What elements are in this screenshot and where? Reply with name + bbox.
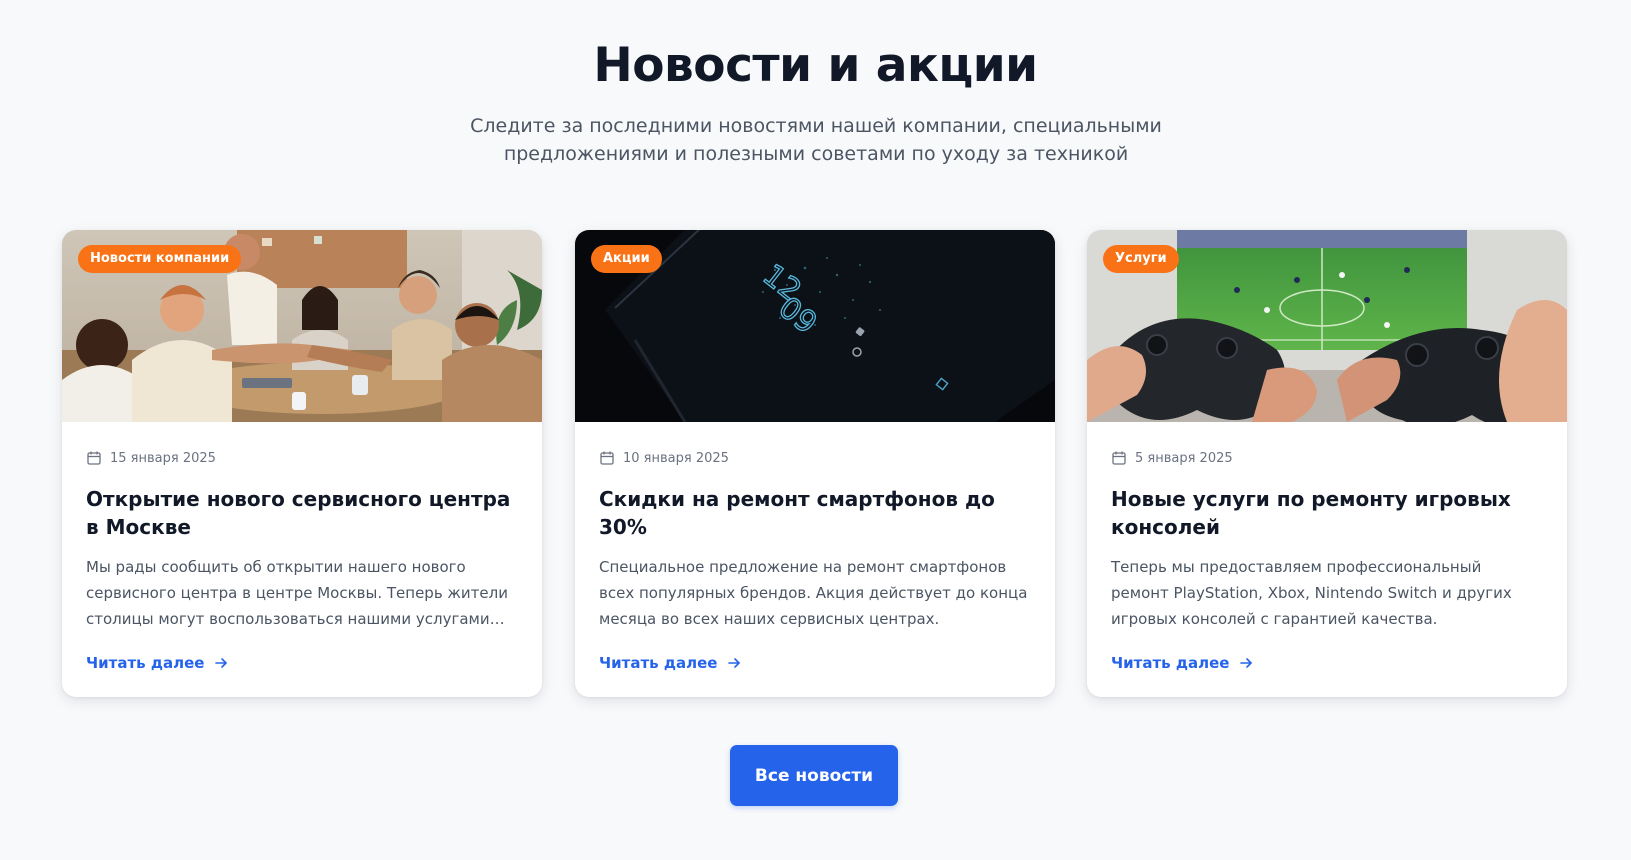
card-title[interactable]: Открытие нового сервисного центра в Моск… bbox=[86, 485, 518, 541]
card-title[interactable]: Скидки на ремонт смартфонов до 30% bbox=[599, 485, 1031, 541]
calendar-icon bbox=[1111, 450, 1127, 466]
date-text: 10 января 2025 bbox=[623, 450, 729, 466]
read-more-label: Читать далее bbox=[86, 654, 205, 672]
category-badge: Новости компании bbox=[78, 245, 242, 273]
read-more-link[interactable]: Читать далее bbox=[1111, 654, 1253, 672]
card-image-team-meeting[interactable]: Новости компании bbox=[62, 230, 542, 422]
read-more-link[interactable]: Читать далее bbox=[599, 654, 741, 672]
all-news-button[interactable]: Все новости bbox=[730, 745, 898, 806]
calendar-icon bbox=[599, 450, 615, 466]
arrow-right-icon bbox=[214, 656, 228, 670]
read-more-label: Читать далее bbox=[1111, 654, 1230, 672]
card-image-gamepads[interactable]: Услуги bbox=[1087, 230, 1567, 422]
card-image-smartphone[interactable]: 12 09 Акции bbox=[575, 230, 1055, 422]
category-badge: Акции bbox=[591, 245, 662, 273]
card-excerpt: Теперь мы предоставляем профессиональный… bbox=[1111, 558, 1512, 628]
card-excerpt: Специальное предложение на ремонт смартф… bbox=[599, 558, 1028, 628]
category-badge: Услуги bbox=[1103, 245, 1179, 273]
publish-date: 15 января 2025 bbox=[86, 448, 518, 468]
card-title[interactable]: Новые услуги по ремонту игровых консолей bbox=[1111, 485, 1543, 541]
date-text: 15 января 2025 bbox=[110, 450, 216, 466]
news-card[interactable]: 12 09 Акции 10 января 2025 Скидки на рем… bbox=[575, 230, 1055, 697]
card-excerpt: Мы рады сообщить об открытии нашего ново… bbox=[86, 558, 508, 628]
section-subtitle: Следите за последними новостями нашей ко… bbox=[470, 115, 1162, 165]
read-more-label: Читать далее bbox=[599, 654, 718, 672]
read-more-link[interactable]: Читать далее bbox=[86, 654, 228, 672]
publish-date: 5 января 2025 bbox=[1111, 448, 1543, 468]
publish-date: 10 января 2025 bbox=[599, 448, 1031, 468]
arrow-right-icon bbox=[1239, 656, 1253, 670]
news-card[interactable]: Услуги 5 января 2025 Новые услуги по рем… bbox=[1087, 230, 1567, 697]
calendar-icon bbox=[86, 450, 102, 466]
date-text: 5 января 2025 bbox=[1135, 450, 1233, 466]
arrow-right-icon bbox=[727, 656, 741, 670]
news-card[interactable]: Новости компании 15 января 2025 Открытие… bbox=[62, 230, 542, 697]
section-title: Новости и акции bbox=[593, 38, 1038, 93]
